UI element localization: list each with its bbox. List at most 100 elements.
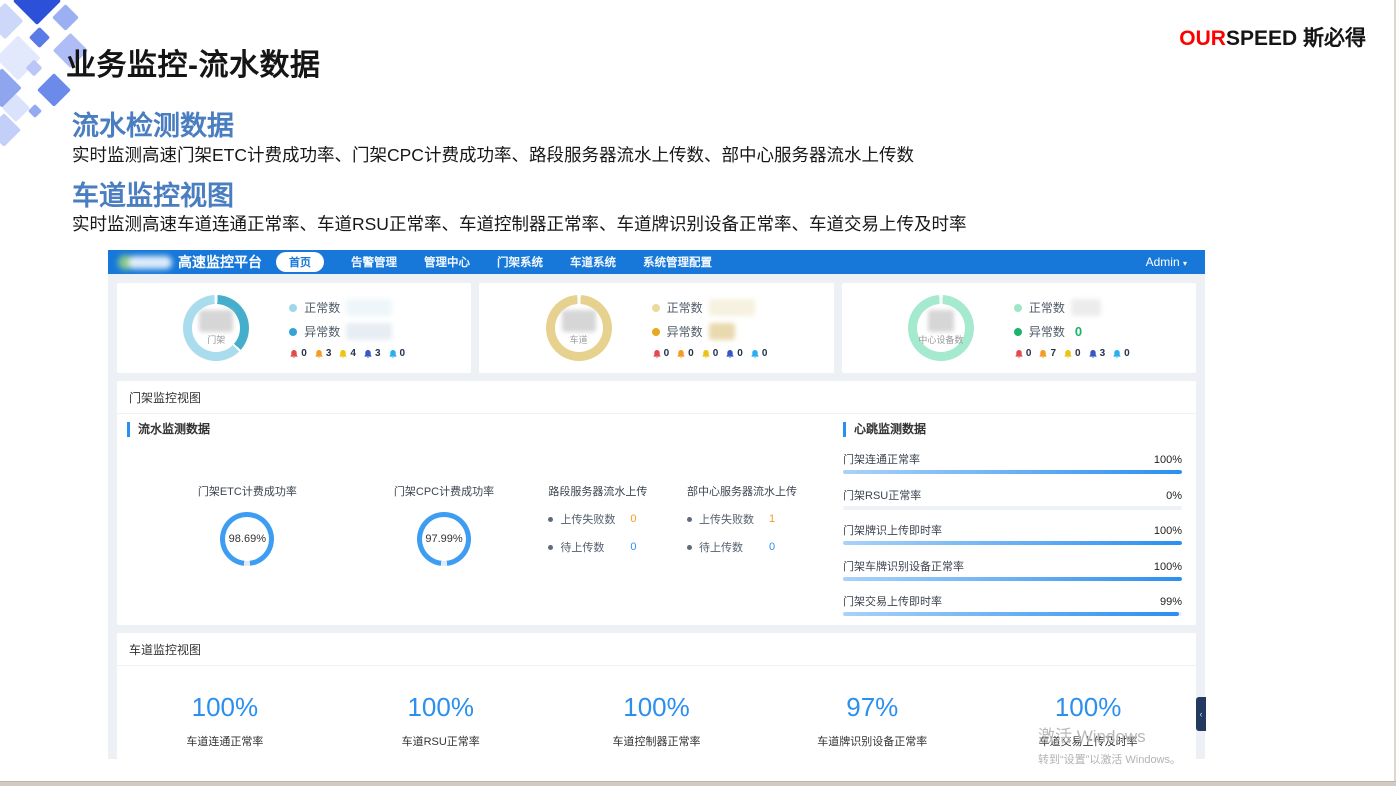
stat-value: 100%	[407, 692, 474, 723]
donut-center-label: 车道	[570, 333, 588, 346]
bar-value: 99%	[1160, 596, 1182, 608]
bullet-dot	[548, 517, 553, 522]
abnormal-label: 异常数	[667, 323, 703, 340]
bell-cyan: 0	[750, 348, 768, 359]
bell-count: 3	[326, 348, 332, 359]
alarm-bell-counts: 0 0 0 0 0	[652, 348, 768, 359]
bell-yellow: 0	[1063, 348, 1081, 359]
bell-icon	[363, 349, 373, 359]
bell-count: 0	[762, 348, 768, 359]
bell-icon	[701, 349, 711, 359]
section-heading-lane: 车道监控视图	[72, 174, 234, 213]
gauge-label: 门架ETC计费成功率	[198, 483, 297, 499]
bell-orange: 0	[676, 348, 694, 359]
blurred-value	[346, 299, 392, 316]
summary-cards-row: 门架 正常数 异常数	[117, 283, 1196, 373]
abnormal-value: 0	[1075, 324, 1082, 339]
gauge-value: 98.69%	[229, 533, 266, 545]
abnormal-dot	[289, 328, 297, 336]
nav-item-system-config[interactable]: 系统管理配置	[643, 254, 712, 270]
heartbeat-bar-row: 门架车牌识别设备正常率100%	[843, 558, 1182, 581]
legend-normal: 正常数	[289, 297, 405, 318]
donut-center-label: 门架	[207, 333, 225, 346]
bell-count: 0	[737, 348, 743, 359]
user-menu[interactable]: Admin ▾	[1146, 255, 1187, 269]
abnormal-label: 异常数	[1029, 323, 1065, 340]
progress-fill	[843, 612, 1179, 616]
bullet-dot	[687, 545, 692, 550]
heartbeat-bars: 门架连通正常率100% 门架RSU正常率0% 门架牌识上传即时率100%	[843, 451, 1182, 616]
upload-label: 上传失败数	[560, 511, 622, 527]
heartbeat-bar-row: 门架RSU正常率0%	[843, 487, 1182, 510]
panel-title: 门架监控视图	[117, 381, 1196, 414]
blurred-value	[346, 323, 392, 340]
upload-value: 0	[769, 541, 775, 553]
user-name: Admin	[1146, 255, 1180, 269]
bar-label: 门架车牌识别设备正常率	[843, 558, 964, 574]
nav-item-gantry-system[interactable]: 门架系统	[497, 254, 543, 270]
chevron-down-icon: ▾	[1183, 259, 1187, 268]
normal-label: 正常数	[667, 299, 703, 316]
gauge-cpc: 门架CPC计费成功率 97.99%	[346, 483, 543, 566]
gantry-legend: 正常数 异常数 0 3 4 3 0	[289, 297, 405, 359]
bell-red: 0	[652, 348, 670, 359]
bell-count: 0	[688, 348, 694, 359]
bell-cyan: 0	[388, 348, 406, 359]
upload-label: 待上传数	[699, 539, 761, 555]
bell-icon	[750, 349, 760, 359]
upload-title: 部中心服务器流水上传	[687, 483, 833, 499]
upload-label: 上传失败数	[699, 511, 761, 527]
upload-pending-row: 待上传数 0	[687, 539, 833, 555]
section-heading-flow: 流水检测数据	[72, 104, 234, 143]
dashboard-navbar: 高速监控平台 首页 告警管理 管理中心 门架系统 车道系统 系统管理配置 Adm…	[108, 250, 1205, 274]
blurred-count	[928, 310, 954, 332]
bar-value: 100%	[1154, 525, 1182, 537]
logo-our: OUR	[1179, 27, 1226, 50]
normal-dot	[289, 304, 297, 312]
flow-metrics-row: 门架ETC计费成功率 98.69% 门架CPC计费成功率 97.99% 路段服务…	[127, 483, 833, 566]
section-desc-flow: 实时监测高速门架ETC计费成功率、门架CPC计费成功率、路段服务器流水上传数、部…	[72, 142, 914, 167]
progress-track	[843, 506, 1182, 510]
stat-label: 车道RSU正常率	[402, 733, 480, 749]
nav-item-lane-system[interactable]: 车道系统	[570, 254, 616, 270]
etc-gauge-ring: 98.69%	[220, 512, 274, 566]
gantry-monitoring-panel: 门架监控视图 流水监测数据 门架ETC计费成功率 98.69% 门架CPC计费成…	[117, 381, 1196, 625]
legend-normal: 正常数	[652, 297, 768, 318]
abnormal-dot	[652, 328, 660, 336]
slide: OURSPEED 斯必得 业务监控-流水数据 流水检测数据 实时监测高速门架ET…	[0, 0, 1396, 786]
bell-icon	[388, 349, 398, 359]
donut-center-label: 中心设备数	[918, 333, 963, 346]
slide-bottom-border	[0, 781, 1396, 786]
normal-dot	[652, 304, 660, 312]
upload-value: 1	[769, 513, 775, 525]
legend-normal: 正常数	[1014, 297, 1130, 318]
bell-icon	[338, 349, 348, 359]
collapse-panel-tab[interactable]: ‹	[1196, 697, 1206, 731]
gauge-label: 门架CPC计费成功率	[394, 483, 494, 499]
nav-tab-home[interactable]: 首页	[276, 252, 324, 272]
gauge-etc: 门架ETC计费成功率 98.69%	[149, 483, 346, 566]
heartbeat-bar-row: 门架连通正常率100%	[843, 451, 1182, 474]
bell-icon	[1038, 349, 1048, 359]
lane-donut-center: 车道	[546, 295, 612, 361]
bell-icon	[314, 349, 324, 359]
bell-icon	[725, 349, 735, 359]
blurred-value	[709, 299, 755, 316]
flow-section-title: 流水监测数据	[127, 422, 833, 437]
bell-icon	[1088, 349, 1098, 359]
bell-count: 0	[664, 348, 670, 359]
nav-item-alarm[interactable]: 告警管理	[351, 254, 397, 270]
navbar-logo-text-blurred	[128, 256, 172, 269]
upload-title: 路段服务器流水上传	[548, 483, 673, 499]
bell-red: 0	[289, 348, 307, 359]
lane-stats-row: 100% 车道连通正常率 100% 车道RSU正常率 100% 车道控制器正常率…	[117, 666, 1196, 749]
progress-fill	[843, 577, 1182, 581]
heartbeat-bar-row: 门架牌识上传即时率100%	[843, 522, 1182, 545]
bell-yellow: 4	[338, 348, 356, 359]
nav-item-admin-center[interactable]: 管理中心	[424, 254, 470, 270]
logo-speed: SPEED	[1226, 27, 1297, 50]
cpc-gauge-ring: 97.99%	[417, 512, 471, 566]
gantry-donut-center: 门架	[183, 295, 249, 361]
alarm-bell-counts: 0 7 0 3 0	[1014, 348, 1130, 359]
abnormal-label: 异常数	[304, 323, 340, 340]
